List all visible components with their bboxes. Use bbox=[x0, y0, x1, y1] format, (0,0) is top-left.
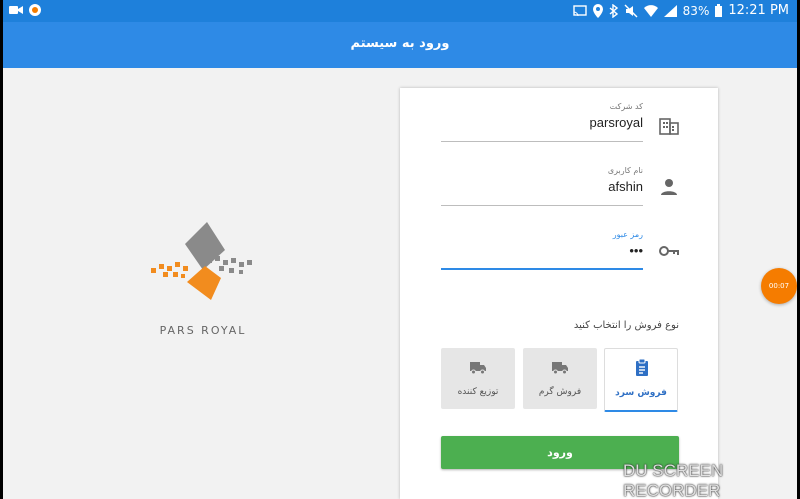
cast-icon bbox=[572, 4, 587, 16]
status-bar: 83% 12:21 PM bbox=[3, 0, 797, 22]
option-cold-sale[interactable]: فروش سرد bbox=[604, 348, 678, 412]
logo-text: PARS ROYAL bbox=[159, 324, 247, 337]
key-icon bbox=[659, 246, 679, 256]
password-label: رمز عبور bbox=[612, 230, 643, 239]
username-field[interactable]: نام کاربری afshin bbox=[441, 166, 643, 206]
bluetooth-icon bbox=[609, 3, 618, 18]
username-value: afshin bbox=[608, 179, 643, 194]
option-cold-sale-label: فروش سرد bbox=[615, 388, 667, 398]
truck-icon bbox=[552, 362, 568, 375]
location-icon bbox=[592, 3, 603, 18]
clock: 12:21 PM bbox=[728, 3, 789, 18]
password-value: ••• bbox=[629, 243, 643, 258]
option-distributor[interactable]: توزیع کننده bbox=[441, 348, 515, 409]
username-label: نام کاربری bbox=[607, 166, 643, 175]
password-field[interactable]: رمز عبور ••• bbox=[441, 230, 643, 270]
app-bar: ورود به سیستم bbox=[3, 22, 797, 68]
screen: 83% 12:21 PM ورود به سیستم PARS ROYAL کد… bbox=[3, 0, 797, 499]
person-icon bbox=[661, 179, 677, 195]
login-card: کد شرکت parsroyal نام کاربری afshin رمز … bbox=[400, 88, 718, 499]
wifi-icon bbox=[643, 4, 658, 17]
clipboard-icon bbox=[636, 359, 648, 376]
truck-icon bbox=[470, 362, 486, 375]
recorder-watermark: DU SCREEN RECORDER bbox=[623, 461, 724, 499]
mute-icon bbox=[624, 4, 638, 17]
pars-royal-logo bbox=[151, 222, 252, 300]
battery-percent: 83% bbox=[682, 3, 710, 18]
sale-type-label: نوع فروش را انتخاب کنید bbox=[573, 320, 679, 331]
battery-icon bbox=[715, 4, 723, 17]
option-distributor-label: توزیع کننده bbox=[457, 387, 499, 397]
app-bar-title: ورود به سیستم bbox=[350, 36, 450, 51]
company-code-field[interactable]: کد شرکت parsroyal bbox=[441, 102, 643, 142]
option-hot-sale[interactable]: فروش گرم bbox=[523, 348, 597, 409]
recorder-icon bbox=[29, 4, 41, 16]
status-left bbox=[9, 4, 41, 16]
option-hot-sale-label: فروش گرم bbox=[538, 387, 582, 397]
status-right: 83% 12:21 PM bbox=[572, 3, 789, 18]
recorder-timer[interactable]: 00:07 bbox=[761, 268, 797, 304]
building-icon bbox=[659, 118, 679, 135]
signal-icon bbox=[663, 4, 677, 17]
video-icon bbox=[9, 6, 23, 14]
company-code-value: parsroyal bbox=[589, 115, 643, 130]
company-code-label: کد شرکت bbox=[609, 102, 643, 111]
